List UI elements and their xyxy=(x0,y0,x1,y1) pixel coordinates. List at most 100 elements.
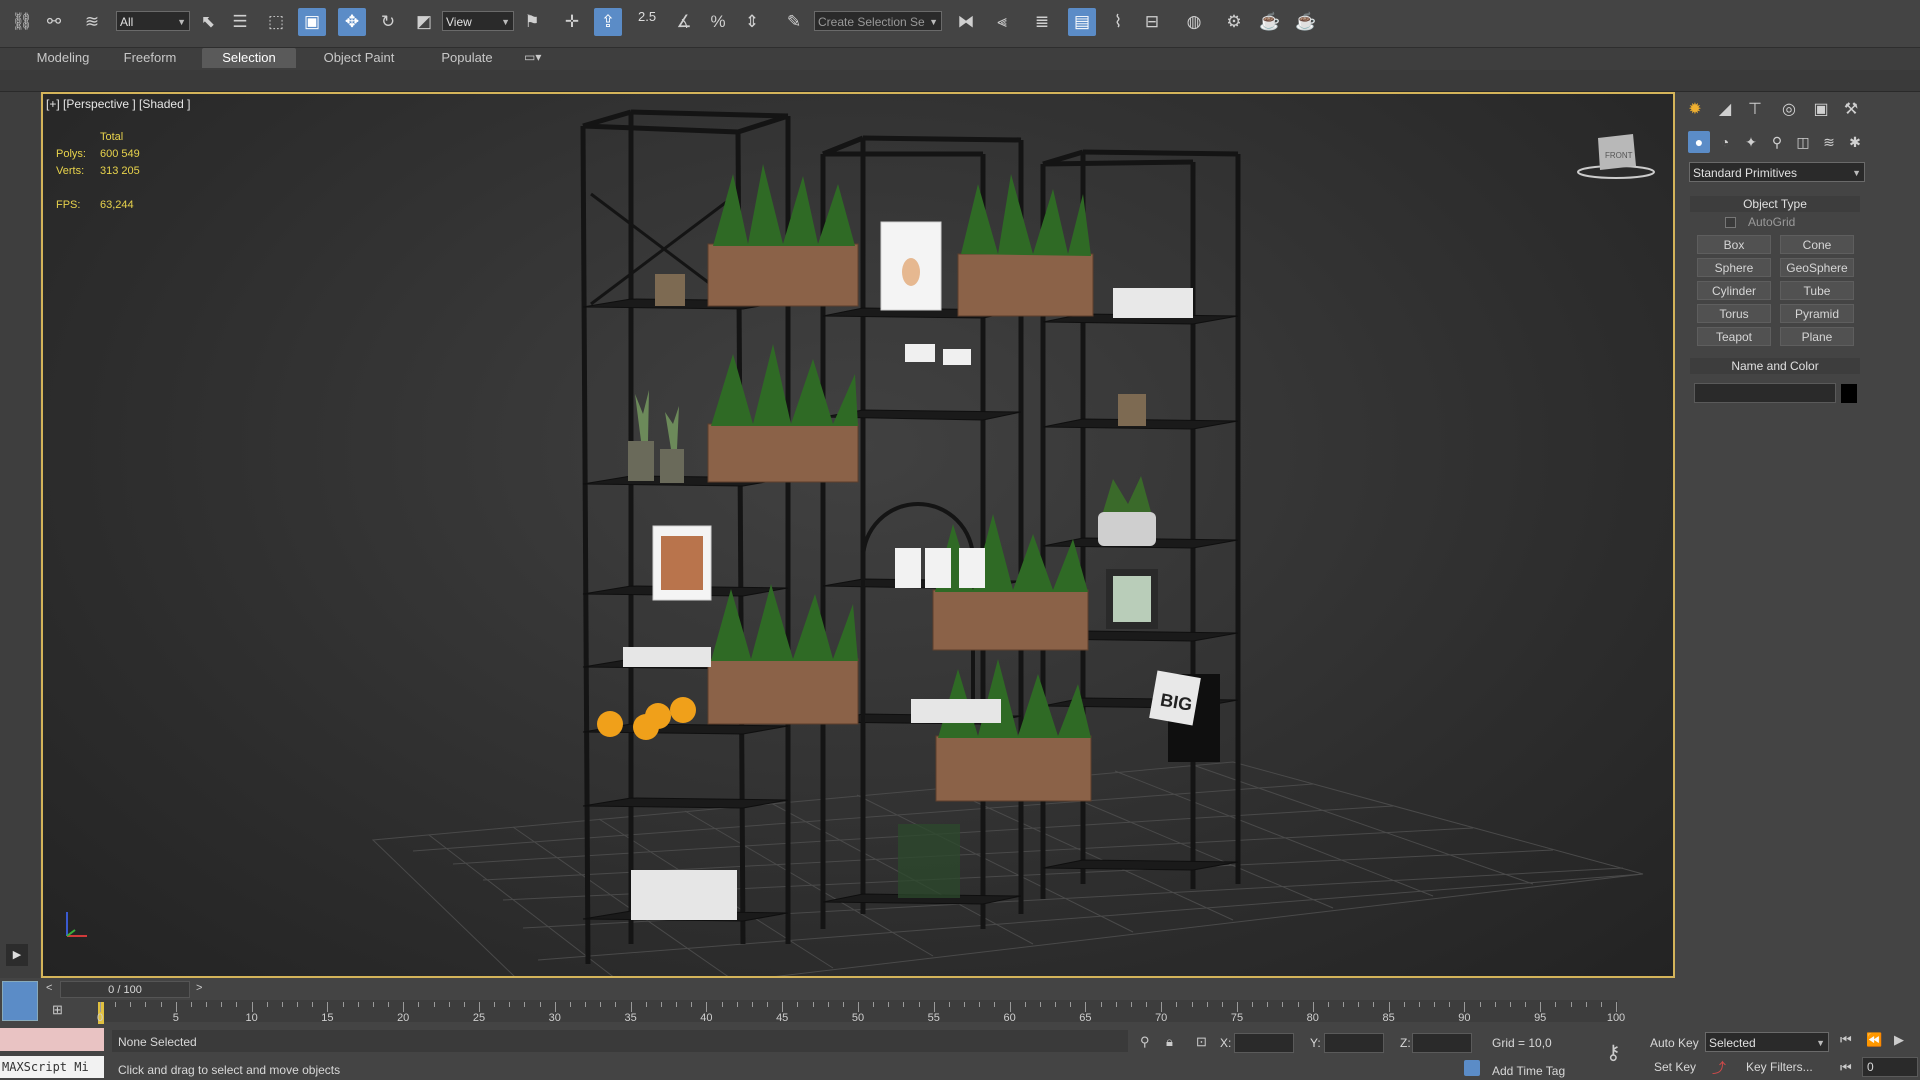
modify-tab-icon[interactable]: ◢ xyxy=(1712,97,1738,121)
name-and-color-rollout-header[interactable]: Name and Color xyxy=(1690,358,1860,374)
torus-button[interactable]: Torus xyxy=(1697,304,1771,323)
utilities-tab-icon[interactable]: ⚒ xyxy=(1838,97,1864,121)
teapot-button[interactable]: Teapot xyxy=(1697,327,1771,346)
maxscript-listener-label[interactable]: MAXScript Mi xyxy=(0,1056,104,1078)
scene-explorer-icon[interactable]: ▤ xyxy=(1068,8,1096,36)
render-setup-icon[interactable]: ⚙ xyxy=(1220,8,1248,36)
selection-filter-dropdown[interactable]: All ▼ xyxy=(116,11,190,31)
tab-populate[interactable]: Populate xyxy=(428,48,506,68)
selection-lock-icon[interactable]: 🔒︎ xyxy=(1166,1034,1173,1050)
unlink-icon[interactable]: ⚯ xyxy=(40,8,68,36)
curve-editor-icon[interactable]: ⌇ xyxy=(1104,8,1132,36)
geosphere-button[interactable]: GeoSphere xyxy=(1780,258,1854,277)
time-tag-icon[interactable] xyxy=(1464,1060,1480,1076)
time-slider-next[interactable]: > xyxy=(196,982,210,998)
shapes-icon[interactable]: ◔ xyxy=(1714,131,1736,153)
box-button[interactable]: Box xyxy=(1697,235,1771,254)
expand-layouts-icon[interactable]: ▶ xyxy=(6,944,28,966)
edit-named-sets-icon[interactable]: ✎ xyxy=(780,8,808,36)
timeline-tick xyxy=(1115,1002,1117,1007)
sphere-button[interactable]: Sphere xyxy=(1697,258,1771,277)
object-color-swatch[interactable] xyxy=(1841,384,1857,403)
space-warps-icon[interactable]: ≋ xyxy=(1818,131,1840,153)
display-tab-icon[interactable]: ▣ xyxy=(1808,97,1834,121)
create-tab-icon[interactable]: ✹ xyxy=(1682,97,1708,121)
tab-object-paint[interactable]: Object Paint xyxy=(312,48,406,68)
plane-button[interactable]: Plane xyxy=(1780,327,1854,346)
autogrid-checkbox[interactable] xyxy=(1725,217,1736,228)
key-mode-toggle-icon[interactable]: ⏮ xyxy=(1840,1060,1852,1076)
systems-icon[interactable]: ✱ xyxy=(1844,131,1866,153)
toggle-trackbar-icon[interactable]: ⊞ xyxy=(52,1002,68,1018)
tab-modeling[interactable]: Modeling xyxy=(26,48,100,68)
timeline-tick xyxy=(1039,1002,1041,1007)
timeline-tick xyxy=(1403,1002,1405,1007)
layer-explorer-icon[interactable]: ≣ xyxy=(1028,8,1056,36)
viewport-label-menu[interactable]: [+] [Perspective ] [Shaded ] xyxy=(46,97,190,111)
y-coord-field[interactable] xyxy=(1324,1033,1384,1053)
primitive-category-dropdown[interactable]: Standard Primitives ▼ xyxy=(1689,162,1865,182)
angle-snap-icon[interactable]: ∡ xyxy=(670,8,698,36)
timeline-tick xyxy=(1009,1002,1011,1012)
maxscript-listener-pink[interactable] xyxy=(0,1028,104,1051)
key-mode-dropdown[interactable]: Selected ▼ xyxy=(1705,1032,1829,1052)
align-icon[interactable]: ⫷ xyxy=(988,8,1016,36)
cone-button[interactable]: Cone xyxy=(1780,235,1854,254)
select-rotate-icon[interactable]: ↻ xyxy=(374,8,402,36)
schematic-view-icon[interactable]: ⊟ xyxy=(1138,8,1166,36)
snaps-toggle-label[interactable]: 2.5 xyxy=(638,9,656,24)
tab-freeform[interactable]: Freeform xyxy=(112,48,188,68)
cameras-icon[interactable]: ⚲ xyxy=(1766,131,1788,153)
absolute-mode-transform-icon[interactable]: ⊡ xyxy=(1196,1034,1207,1050)
play-icon[interactable]: ▶ xyxy=(1894,1032,1904,1048)
render-icon[interactable]: ☕ xyxy=(1292,8,1320,36)
chevron-down-icon: ▼ xyxy=(1816,1038,1825,1048)
use-pivot-icon[interactable]: ✛ xyxy=(558,8,586,36)
motion-tab-icon[interactable]: ◎ xyxy=(1776,97,1802,121)
spinner-snap-icon[interactable]: ⇕ xyxy=(738,8,766,36)
tab-selection[interactable]: Selection xyxy=(202,48,296,68)
add-time-tag-button[interactable]: Add Time Tag xyxy=(1492,1064,1565,1078)
link-icon[interactable]: ⛓ xyxy=(8,8,36,36)
helpers-icon[interactable]: ◫ xyxy=(1792,131,1814,153)
hierarchy-tab-icon[interactable]: ⊤ xyxy=(1742,97,1768,121)
window-crossing-icon[interactable]: ▣ xyxy=(298,8,326,36)
isolate-selection-icon[interactable]: ⚲ xyxy=(1140,1034,1150,1050)
perspective-viewport[interactable]: BIG FRONT xyxy=(41,92,1675,978)
manipulate-icon[interactable]: ⇪ xyxy=(594,8,622,36)
mini-curve-toggle-icon[interactable] xyxy=(2,981,38,1021)
rectangular-selection-icon[interactable]: ⬚ xyxy=(262,8,290,36)
time-slider-prev[interactable]: < xyxy=(46,982,60,998)
render-frame-icon[interactable]: ☕ xyxy=(1256,8,1284,36)
material-editor-icon[interactable]: ◍ xyxy=(1180,8,1208,36)
go-to-start-icon[interactable]: ⏮ xyxy=(1840,1032,1852,1048)
mirror-icon[interactable]: ⧓ xyxy=(952,8,980,36)
pyramid-button[interactable]: Pyramid xyxy=(1780,304,1854,323)
lights-icon[interactable]: ✦ xyxy=(1740,131,1762,153)
geometry-icon[interactable]: ● xyxy=(1688,131,1710,153)
select-move-icon[interactable]: ✥ xyxy=(338,8,366,36)
auto-key-button[interactable]: Auto Key xyxy=(1650,1036,1699,1050)
reference-coordinate-dropdown[interactable]: View ▼ xyxy=(442,11,514,31)
key-icon[interactable]: ⚷ xyxy=(1606,1040,1621,1065)
current-frame-field[interactable]: 0 xyxy=(1862,1057,1918,1077)
named-selection-sets-dropdown[interactable]: Create Selection Se ▼ xyxy=(814,11,942,31)
select-object-icon[interactable]: ⬉ xyxy=(194,8,222,36)
x-coord-field[interactable] xyxy=(1234,1033,1294,1053)
select-scale-icon[interactable]: ◩ xyxy=(410,8,438,36)
ribbon-options-icon[interactable]: ▭▾ xyxy=(524,50,548,68)
cylinder-button[interactable]: Cylinder xyxy=(1697,281,1771,300)
key-filters-button[interactable]: Key Filters... xyxy=(1746,1060,1813,1074)
z-coord-field[interactable] xyxy=(1412,1033,1472,1053)
object-type-rollout-header[interactable]: Object Type xyxy=(1690,196,1860,212)
tube-button[interactable]: Tube xyxy=(1780,281,1854,300)
key-curve-icon[interactable]: ⤴ xyxy=(1712,1058,1726,1078)
time-slider-thumb[interactable]: 0 / 100 xyxy=(60,981,190,998)
object-name-field[interactable] xyxy=(1694,383,1836,403)
bind-spacewarp-icon[interactable]: ≋ xyxy=(78,8,106,36)
select-by-name-icon[interactable]: ☰ xyxy=(226,8,254,36)
previous-frame-icon[interactable]: ⏪ xyxy=(1866,1032,1882,1048)
percent-snap-icon[interactable]: % xyxy=(704,8,732,36)
set-key-button[interactable]: Set Key xyxy=(1654,1060,1696,1074)
select-place-icon[interactable]: ⚑ xyxy=(518,8,546,36)
